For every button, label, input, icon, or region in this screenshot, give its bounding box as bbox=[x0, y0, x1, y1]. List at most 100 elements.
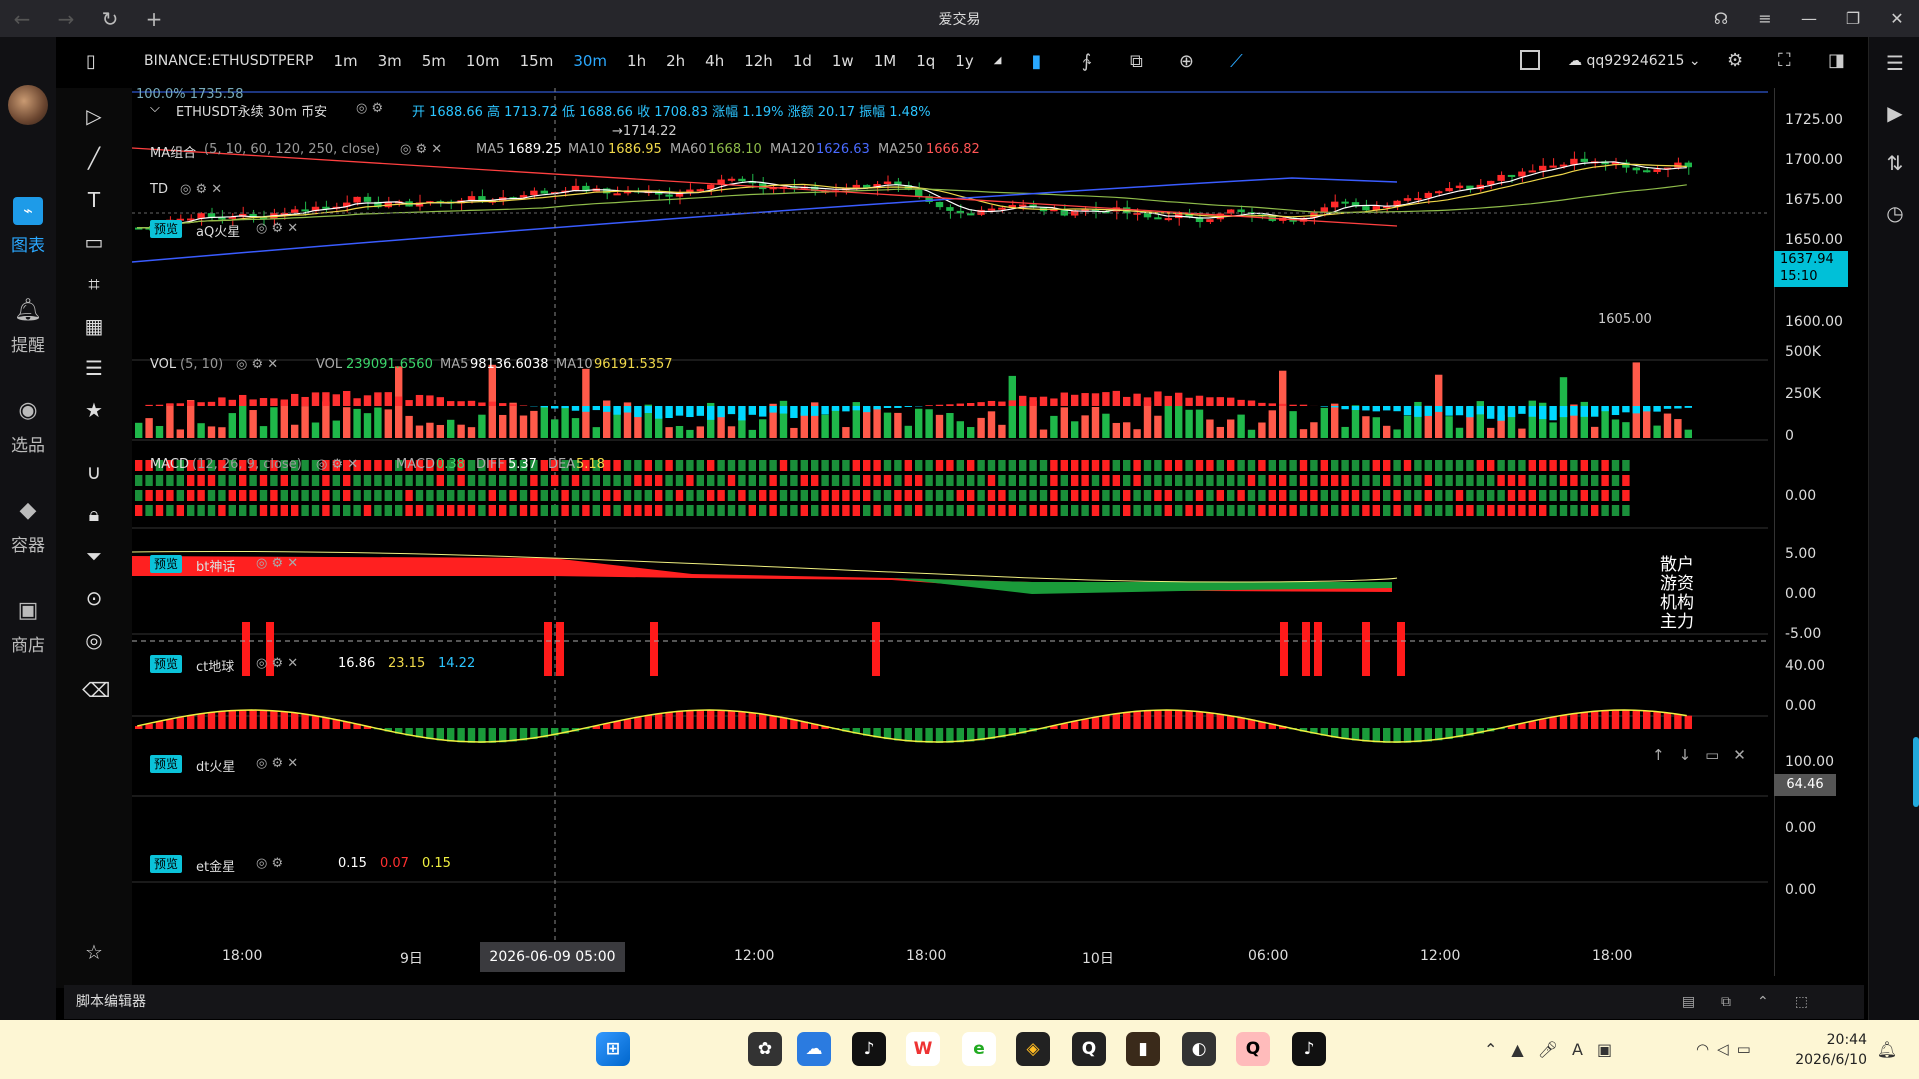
tiktok-icon[interactable]: ♪ bbox=[852, 1032, 886, 1066]
swap-icon[interactable]: ⇅ bbox=[1880, 151, 1910, 181]
ct-icons[interactable]: ◎ ⚙ ✕ bbox=[256, 656, 298, 671]
scroll-handle[interactable] bbox=[1913, 737, 1919, 807]
forward-icon[interactable]: → bbox=[44, 0, 88, 37]
menu-icon[interactable]: ≡ bbox=[1743, 0, 1787, 37]
fib-icon[interactable]: ☰ bbox=[82, 356, 106, 380]
tiktok-icon-2[interactable]: ♪ bbox=[1292, 1032, 1326, 1066]
crop-icon[interactable]: ⌗ bbox=[82, 272, 106, 296]
app-icon-1[interactable]: ✿ bbox=[748, 1032, 782, 1066]
back-icon[interactable]: ← bbox=[0, 0, 44, 37]
collapse-icon[interactable]: ⌵ bbox=[150, 101, 160, 116]
tf-5m[interactable]: 5m bbox=[412, 42, 456, 80]
windows-start-icon[interactable]: ⊞ bbox=[596, 1032, 630, 1066]
bt-icons[interactable]: ◎ ⚙ ✕ bbox=[256, 556, 298, 571]
refresh-icon[interactable]: ↻ bbox=[88, 0, 132, 37]
nav-alerts[interactable]: 🔔︎ 提醒 bbox=[0, 297, 56, 356]
replay-icon[interactable]: ⊕ bbox=[1161, 51, 1211, 72]
chart-area[interactable] bbox=[131, 88, 1772, 976]
edge-icon[interactable]: e bbox=[962, 1032, 996, 1066]
tf-15m[interactable]: 15m bbox=[510, 42, 564, 80]
tf-30m[interactable]: 30m bbox=[563, 42, 617, 80]
et-icons[interactable]: ◎ ⚙ bbox=[256, 856, 283, 871]
dt-icons[interactable]: ◎ ⚙ ✕ bbox=[256, 756, 298, 771]
tf-12h[interactable]: 12h bbox=[734, 42, 783, 80]
tf-1m[interactable]: 1m bbox=[323, 42, 367, 80]
nav-store[interactable]: ▣ 商店 bbox=[0, 597, 56, 656]
tf-3m[interactable]: 3m bbox=[368, 42, 412, 80]
filter-icon[interactable]: ⏷ bbox=[82, 544, 106, 568]
user-menu[interactable]: ☁ qq929246215 ⌄ bbox=[1568, 42, 1701, 80]
app-icon-6[interactable]: ◐ bbox=[1182, 1032, 1216, 1066]
grid-icon[interactable]: ▦ bbox=[82, 314, 106, 338]
play-icon[interactable]: ▶ bbox=[1880, 101, 1910, 131]
app-icon-5[interactable]: ▮ bbox=[1126, 1032, 1160, 1066]
tf-1M[interactable]: 1M bbox=[864, 42, 907, 80]
cursor-icon[interactable]: ▷ bbox=[82, 104, 106, 128]
template-icon[interactable]: ⧉ bbox=[1111, 51, 1161, 72]
text-icon[interactable]: T bbox=[82, 188, 106, 212]
pane-controls[interactable]: ↑↓▭✕ bbox=[1652, 746, 1760, 764]
headset-icon[interactable]: ☊ bbox=[1699, 0, 1743, 37]
nav-chart[interactable]: ⌁ 图表 bbox=[0, 197, 56, 256]
lock-icon[interactable]: 🔒︎ bbox=[82, 502, 106, 526]
minimize-button[interactable]: — bbox=[1787, 0, 1831, 37]
tf-4h[interactable]: 4h bbox=[695, 42, 734, 80]
app-icon-2[interactable]: ☁ bbox=[797, 1032, 831, 1066]
favorite-icon[interactable]: ☆ bbox=[82, 940, 106, 964]
volume-bar bbox=[1663, 413, 1672, 438]
td-icons[interactable]: ◎ ⚙ ✕ bbox=[180, 182, 222, 197]
app-icon-3[interactable]: ◈ bbox=[1016, 1032, 1050, 1066]
eye-icon[interactable]: ◎ bbox=[82, 628, 106, 652]
tf-10m[interactable]: 10m bbox=[456, 42, 510, 80]
time-axis[interactable]: 18:00 9日 12:00 18:00 10日 06:00 12:00 18:… bbox=[132, 942, 1774, 972]
aq-icons[interactable]: ◎ ⚙ ✕ bbox=[256, 221, 298, 236]
expand-icon[interactable]: ⛶ bbox=[1778, 50, 1791, 71]
tf-1w[interactable]: 1w bbox=[822, 42, 864, 80]
wps-icon[interactable]: W bbox=[906, 1032, 940, 1066]
target-icon[interactable]: ⊙ bbox=[82, 586, 106, 610]
tf-1y[interactable]: 1y bbox=[945, 42, 983, 80]
bottom-icons[interactable]: ▤⧉⌃⬚ bbox=[1682, 985, 1834, 1019]
new-tab-icon[interactable]: + bbox=[132, 0, 176, 37]
candle-type-icon[interactable]: ▮ bbox=[1011, 51, 1061, 72]
fullscreen-box-icon[interactable] bbox=[1520, 50, 1540, 70]
app-icon-4[interactable]: Q bbox=[1072, 1032, 1106, 1066]
eraser-icon[interactable]: ⌫ bbox=[82, 678, 110, 702]
list-icon[interactable]: ☰ bbox=[1880, 51, 1910, 81]
draw-icon[interactable]: ⟋ bbox=[1211, 51, 1261, 72]
bt-cell bbox=[519, 505, 528, 516]
macd-icons[interactable]: ◎ ⚙ ✕ bbox=[316, 457, 358, 472]
tray-icons[interactable]: ⌃▲🎤︎A▣ bbox=[1484, 1040, 1626, 1059]
price-axis[interactable]: 1725.00 1700.00 1675.00 1650.00 1600.00 … bbox=[1774, 88, 1866, 976]
nav-container[interactable]: ◆ 容器 bbox=[0, 497, 56, 556]
indicator-icon[interactable]: ∱ bbox=[1061, 51, 1111, 72]
script-editor-tab[interactable]: 脚本编辑器 bbox=[76, 994, 146, 1010]
bt-cell bbox=[1216, 475, 1224, 486]
nav-select[interactable]: ◉ 选品 bbox=[0, 397, 56, 456]
star-icon[interactable]: ★ bbox=[82, 398, 106, 422]
tf-dropdown-icon[interactable]: ◢ bbox=[984, 42, 1012, 80]
symbol-button[interactable]: BINANCE:ETHUSDTPERP bbox=[144, 53, 313, 69]
settings-icon[interactable]: ⚙ bbox=[1727, 50, 1743, 71]
clock-icon[interactable]: ◷ bbox=[1880, 201, 1910, 231]
qq-icon[interactable]: Q bbox=[1236, 1032, 1270, 1066]
tf-1d[interactable]: 1d bbox=[783, 42, 822, 80]
vol-ma5-name: MA5 bbox=[440, 357, 469, 372]
magnet-icon[interactable]: ∪ bbox=[82, 460, 106, 484]
header-eye-icon[interactable]: ◎ ⚙ bbox=[356, 101, 383, 116]
layout-icon[interactable]: ▯ bbox=[86, 51, 96, 72]
restore-button[interactable]: ❐ bbox=[1831, 0, 1875, 37]
system-clock[interactable]: 20:44 2026/6/10 bbox=[1795, 1030, 1867, 1070]
vol-icons[interactable]: ◎ ⚙ ✕ bbox=[236, 357, 278, 372]
wifi-volume-icons[interactable]: ◠◁▭ bbox=[1696, 1040, 1759, 1058]
rect-icon[interactable]: ▭ bbox=[82, 230, 106, 254]
avatar[interactable] bbox=[8, 85, 48, 125]
notification-icon[interactable]: 🔔︎ bbox=[1877, 1040, 1897, 1059]
tf-2h[interactable]: 2h bbox=[656, 42, 695, 80]
line-icon[interactable]: ╱ bbox=[82, 146, 106, 170]
tf-1q[interactable]: 1q bbox=[906, 42, 945, 80]
tf-1h[interactable]: 1h bbox=[617, 42, 656, 80]
ma-eye-icon[interactable]: ◎ ⚙ ✕ bbox=[400, 142, 442, 157]
panel-icon[interactable]: ◨ bbox=[1828, 50, 1845, 71]
close-button[interactable]: ✕ bbox=[1875, 0, 1919, 37]
